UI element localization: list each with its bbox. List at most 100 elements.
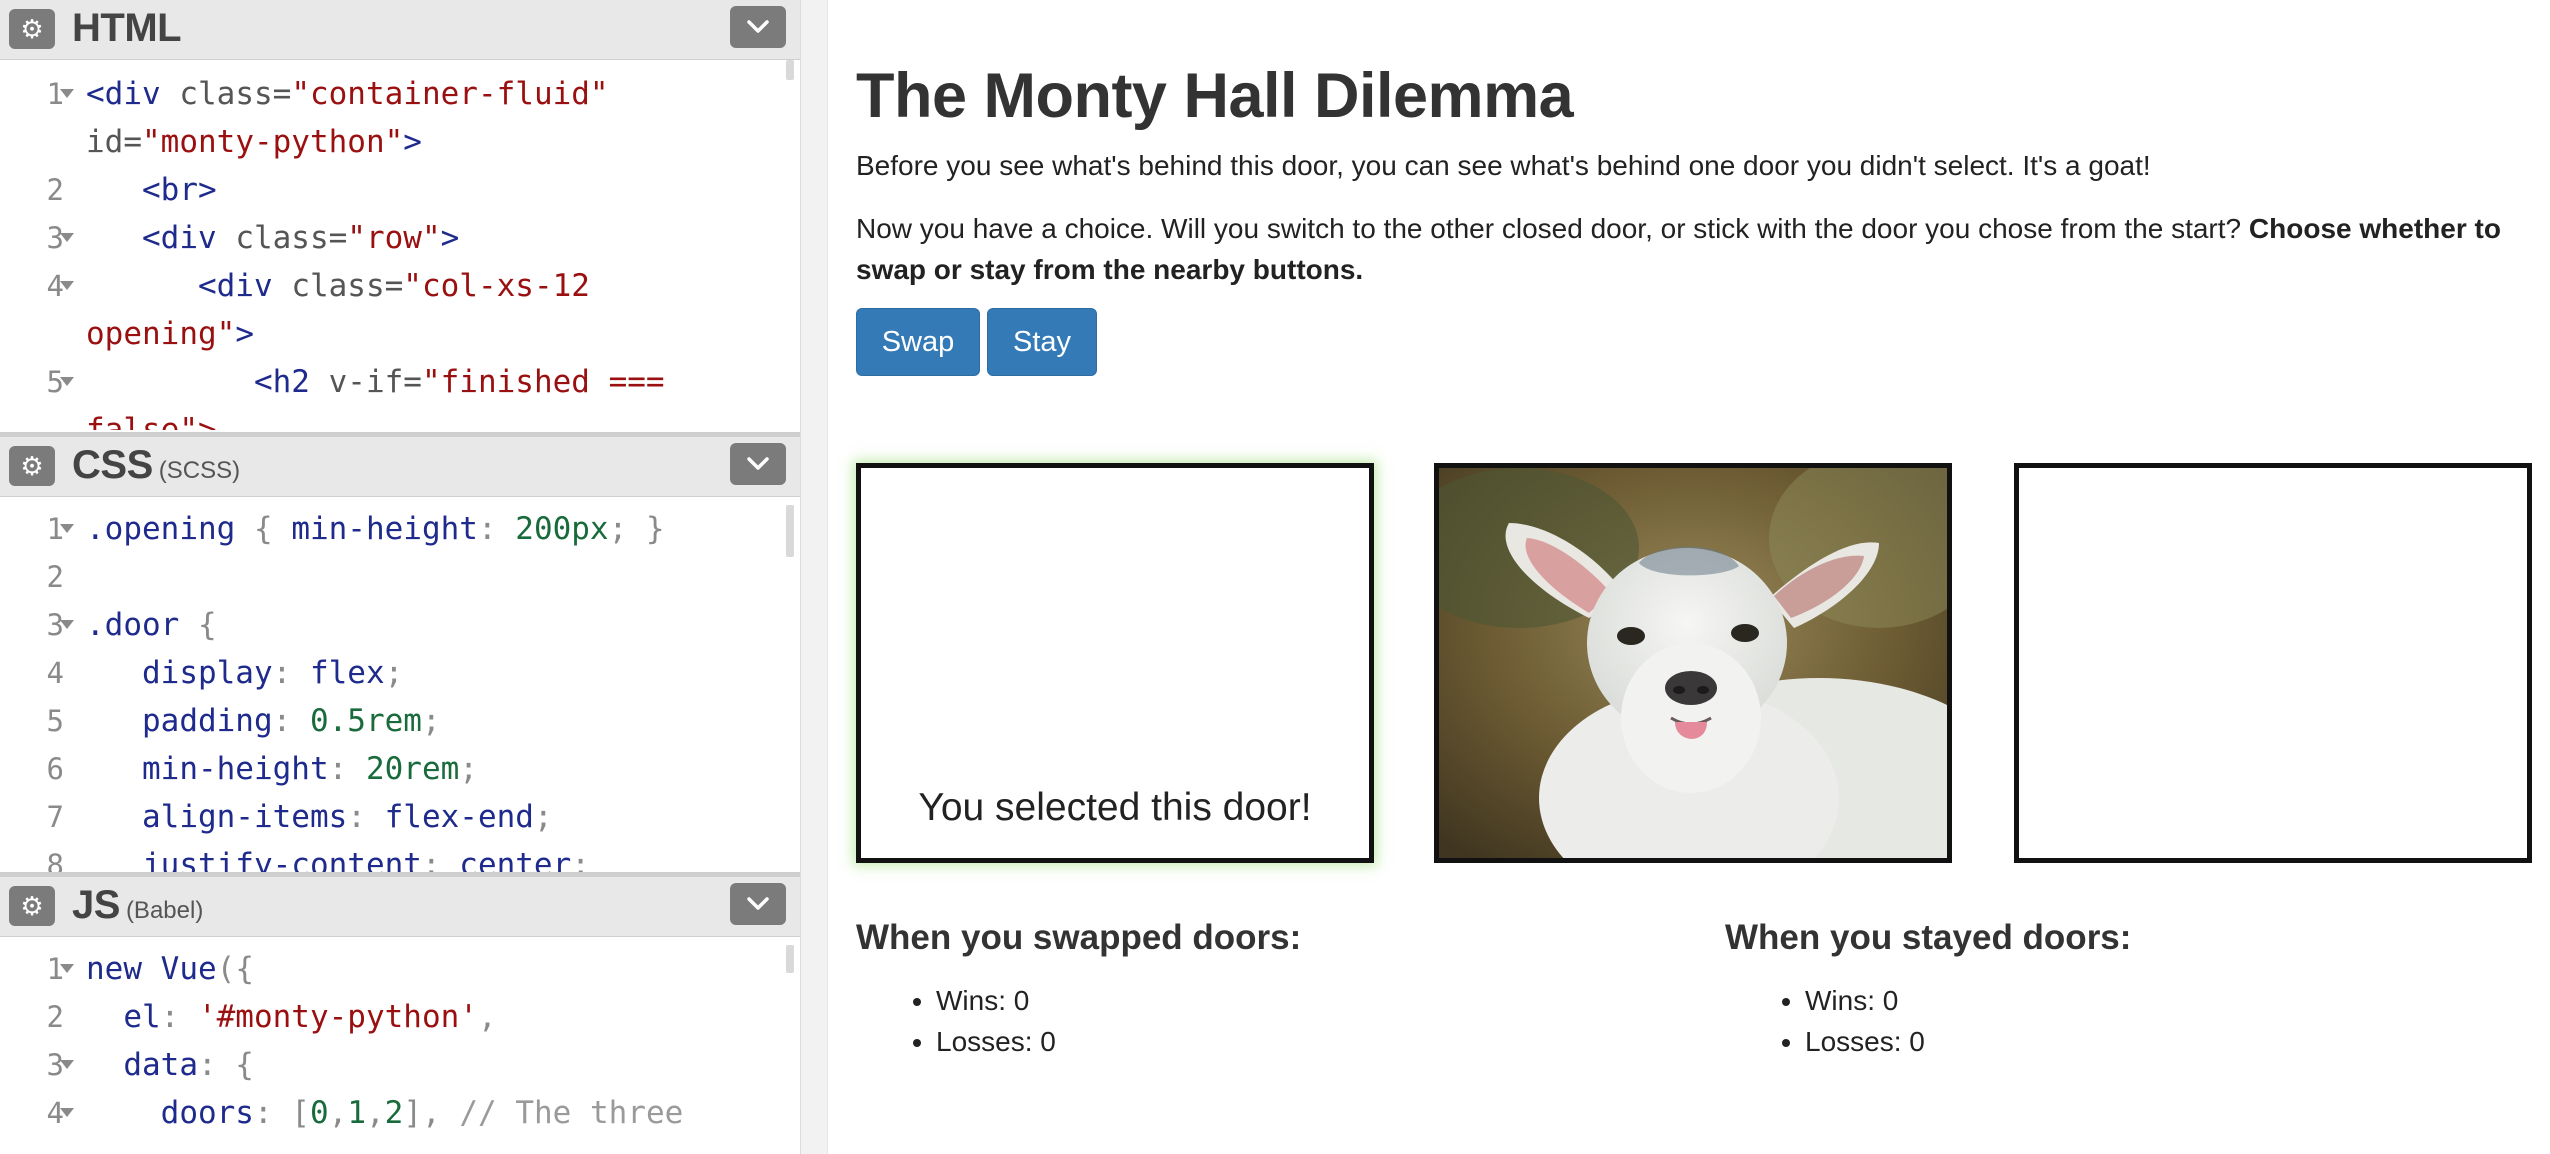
code-line[interactable]: 1 .opening { min-height: 200px; } <box>0 505 780 553</box>
code-token: v-if= <box>328 364 422 400</box>
code-token: 1 <box>347 1095 366 1131</box>
swap-button[interactable]: Swap <box>856 308 980 376</box>
line-number: 2 <box>46 560 64 594</box>
fold-arrow-icon[interactable] <box>60 620 74 629</box>
code-token: <div <box>86 220 236 256</box>
code-token: : { <box>197 1047 254 1083</box>
door-3[interactable] <box>2014 463 2532 863</box>
code-token: ; <box>421 703 441 739</box>
line-number: 4 <box>46 1096 64 1130</box>
fold-arrow-icon[interactable] <box>60 1060 74 1069</box>
code-token: > <box>403 124 422 160</box>
js-scrollbar[interactable] <box>786 945 794 973</box>
code-line[interactable]: opening"> <box>0 310 780 358</box>
code-text: .opening { min-height: 200px; } <box>86 505 780 553</box>
line-number: 4 <box>46 656 64 690</box>
code-text: doors: [0,1,2], // The three <box>86 1089 780 1137</box>
code-token: min-height <box>86 751 329 787</box>
code-line[interactable]: 2 el: '#monty-python', <box>0 993 780 1041</box>
code-token: <h2 <box>86 364 329 400</box>
swapped-stats-heading: When you swapped doors: <box>856 918 1302 957</box>
code-token: el <box>86 999 161 1035</box>
code-line[interactable]: 4 display: flex; <box>0 649 780 697</box>
html-scrollbar[interactable] <box>786 60 794 80</box>
code-line[interactable]: 5 padding: 0.5rem; <box>0 697 780 745</box>
code-token: new <box>86 951 161 987</box>
code-token: // The three <box>459 1095 684 1131</box>
code-token: 0.5rem <box>309 703 422 739</box>
code-token: "container-fluid" <box>291 76 609 112</box>
code-line[interactable]: 1 new Vue({ <box>0 945 780 993</box>
code-token: ; <box>384 655 404 691</box>
code-text: <div class="row"> <box>86 214 780 262</box>
chevron-down-icon[interactable] <box>730 443 786 485</box>
code-token: '#monty-python' <box>197 999 478 1035</box>
css-panel-title: CSS (SCSS) <box>72 443 240 488</box>
code-token: class= <box>291 268 404 304</box>
gear-icon[interactable]: ⚙ <box>9 9 55 49</box>
code-token: "finished === <box>421 364 665 400</box>
code-token: ], <box>403 1095 460 1131</box>
line-number: 5 <box>46 365 64 399</box>
fold-arrow-icon[interactable] <box>60 964 74 973</box>
code-line[interactable]: 1 <div class="container-fluid" <box>0 70 780 118</box>
code-text: justify-content: center; <box>86 841 780 872</box>
css-panel: ⚙ CSS (SCSS) 1 .opening { min-height: 200p… <box>0 432 800 872</box>
html-code-area[interactable]: 1 <div class="container-fluid" id="monty-p… <box>0 70 780 430</box>
fold-arrow-icon[interactable] <box>60 377 74 386</box>
code-line[interactable]: 4 <div class="col-xs-12 <box>0 262 780 310</box>
code-token: <div <box>86 268 292 304</box>
gear-icon[interactable]: ⚙ <box>9 886 55 926</box>
code-line[interactable]: 6 min-height: 20rem; <box>0 745 780 793</box>
code-line[interactable]: 7 align-items: flex-end; <box>0 793 780 841</box>
code-text: opening"> <box>86 310 780 358</box>
fold-arrow-icon[interactable] <box>60 233 74 242</box>
code-line[interactable]: 4 doors: [0,1,2], // The three <box>0 1089 780 1137</box>
html-panel: ⚙ HTML 1 <div class="container-fluid" id="… <box>0 0 800 430</box>
fold-arrow-icon[interactable] <box>60 281 74 290</box>
fold-arrow-icon[interactable] <box>60 89 74 98</box>
js-panel-header: ⚙ JS (Babel) <box>0 877 800 937</box>
swapped-wins: Wins: 0 <box>936 980 1056 1021</box>
code-text: false"> <box>86 406 780 430</box>
css-scrollbar[interactable] <box>786 505 794 557</box>
code-token: 0 <box>309 1095 329 1131</box>
code-line[interactable]: 3 .door { <box>0 601 780 649</box>
chevron-down-icon[interactable] <box>730 883 786 925</box>
code-line[interactable]: 2 <box>0 553 780 601</box>
code-text: <div class="col-xs-12 <box>86 262 780 310</box>
code-token: 20rem <box>365 751 460 787</box>
code-text: padding: 0.5rem; <box>86 697 780 745</box>
code-token: <div <box>86 76 180 112</box>
code-line[interactable]: 3 data: { <box>0 1041 780 1089</box>
code-token: "row" <box>347 220 441 256</box>
code-line[interactable]: 3 <div class="row"> <box>0 214 780 262</box>
fold-arrow-icon[interactable] <box>60 524 74 533</box>
code-line[interactable]: false"> <box>0 406 780 430</box>
js-panel: ⚙ JS (Babel) 1 new Vue({2 el: '#monty-pyth… <box>0 872 800 1154</box>
door-2[interactable] <box>1434 463 1952 863</box>
door-1[interactable]: You selected this door! <box>856 463 1374 863</box>
code-token: ({ <box>216 951 254 987</box>
code-line[interactable]: id="monty-python"> <box>0 118 780 166</box>
stay-button[interactable]: Stay <box>987 308 1097 376</box>
code-line[interactable]: 8 justify-content: center; <box>0 841 780 872</box>
code-line[interactable]: 2 <br> <box>0 166 780 214</box>
chevron-down-icon[interactable] <box>730 6 786 48</box>
code-token: opening" <box>86 316 236 352</box>
code-token: .door <box>86 607 198 643</box>
gear-icon[interactable]: ⚙ <box>9 446 55 486</box>
selected-door-label: You selected this door! <box>918 786 1312 829</box>
fold-arrow-icon[interactable] <box>60 1108 74 1117</box>
code-text: el: '#monty-python', <box>86 993 780 1041</box>
js-code-area[interactable]: 1 new Vue({2 el: '#monty-python', 3 data: … <box>0 945 780 1154</box>
css-code-area[interactable]: 1 .opening { min-height: 200px; } 2 3 .door … <box>0 505 780 872</box>
line-number: 3 <box>46 1048 64 1082</box>
code-token: data <box>86 1047 198 1083</box>
code-token: : <box>477 511 516 547</box>
code-token: padding <box>86 703 273 739</box>
code-line[interactable]: 5 <h2 v-if="finished === <box>0 358 780 406</box>
panel-subtitle: (Babel) <box>125 897 204 924</box>
panel-resize-handle[interactable] <box>800 0 828 1154</box>
code-token: , <box>328 1095 348 1131</box>
